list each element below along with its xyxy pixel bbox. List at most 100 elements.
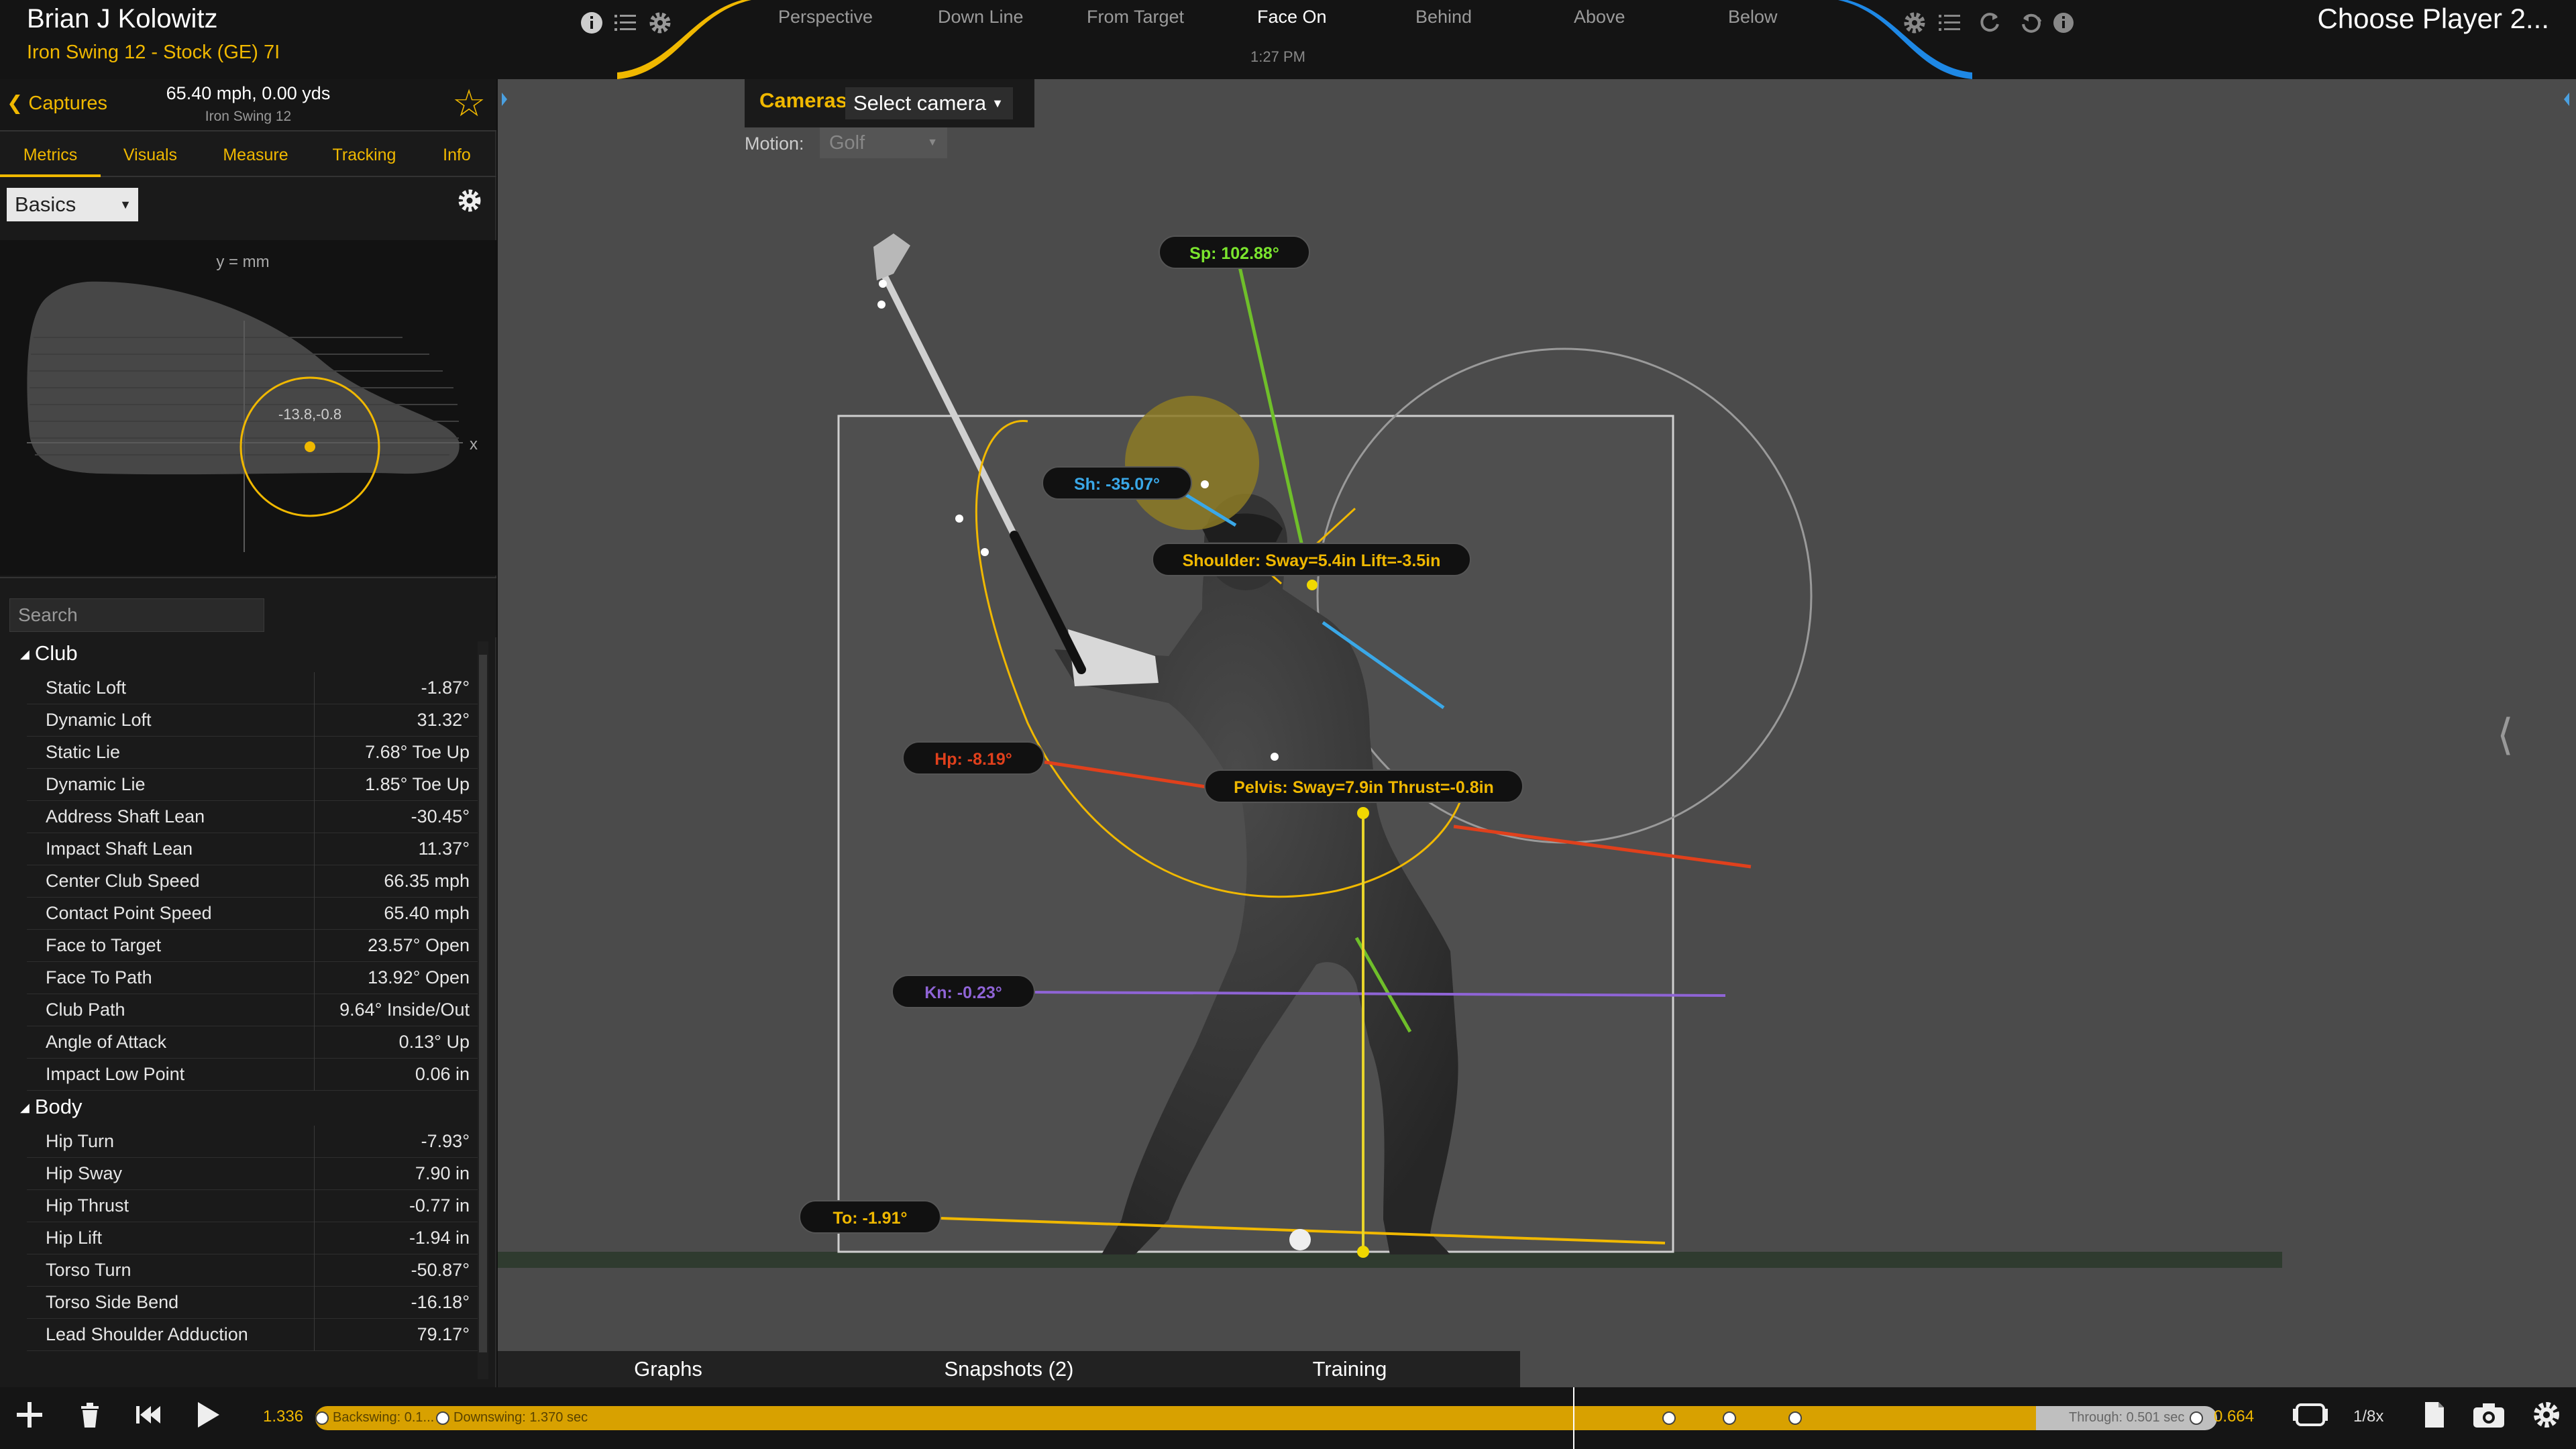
gear-icon[interactable]: [2526, 1398, 2567, 1438]
motion-dropdown[interactable]: Golf ▼: [820, 127, 947, 158]
timeline-marker[interactable]: [2190, 1411, 2203, 1425]
rotate-icon[interactable]: [1975, 9, 2004, 39]
metric-row[interactable]: Dynamic Loft 31.32°: [27, 704, 478, 737]
group-header-club[interactable]: ◢ Club: [20, 641, 78, 665]
add-icon[interactable]: [9, 1398, 50, 1438]
gear-icon[interactable]: [1900, 9, 1929, 39]
swing-label[interactable]: Iron Swing 12 - Stock (GE) 7I: [27, 42, 280, 64]
view-tab-below[interactable]: Below: [1728, 7, 1778, 28]
metric-name: Static Lie: [46, 742, 121, 762]
metric-value: 9.64° Inside/Out: [339, 1000, 470, 1020]
metric-row[interactable]: Dynamic Lie 1.85° Toe Up: [27, 769, 478, 801]
metric-value: 23.57° Open: [368, 935, 470, 955]
tab-training[interactable]: Training: [1179, 1351, 1520, 1387]
timeline-marker[interactable]: [1788, 1411, 1802, 1425]
app-window: Brian J Kolowitz Iron Swing 12 - Stock (…: [0, 0, 2576, 1449]
metric-value: 65.40 mph: [384, 903, 470, 923]
metric-row[interactable]: Impact Shaft Lean 11.37°: [27, 833, 478, 865]
gear-icon[interactable]: [456, 185, 483, 223]
metric-row[interactable]: Face to Target 23.57° Open: [27, 930, 478, 962]
play-icon[interactable]: [186, 1398, 227, 1438]
search-area: [0, 577, 496, 637]
view-tab-from-target[interactable]: From Target: [1087, 7, 1184, 28]
tab-snapshots[interactable]: Snapshots (2): [839, 1351, 1179, 1387]
timeline-scrubber[interactable]: Backswing: 0.1... Downswing: 1.370 sec T…: [315, 1406, 2217, 1430]
timeline-playhead[interactable]: [1573, 1387, 1574, 1449]
trash-icon[interactable]: [70, 1398, 110, 1438]
metric-row[interactable]: Static Lie 7.68° Toe Up: [27, 737, 478, 769]
capture-name: Iron Swing 12: [205, 109, 292, 124]
caret-down-icon: ▼: [119, 198, 131, 211]
playback-speed[interactable]: 1/8x: [2353, 1407, 2383, 1426]
metric-row[interactable]: Center Club Speed 66.35 mph: [27, 865, 478, 898]
info-icon[interactable]: [577, 9, 606, 39]
metric-row[interactable]: Impact Low Point 0.06 in: [27, 1059, 478, 1091]
tab-tracking[interactable]: Tracking: [311, 133, 417, 177]
scrollbar-thumb[interactable]: [479, 655, 487, 1352]
view-tab-behind[interactable]: Behind: [1415, 7, 1472, 28]
metric-value: -16.18°: [411, 1292, 470, 1312]
list-icon[interactable]: [1935, 9, 1964, 39]
metric-row[interactable]: Static Loft -1.87°: [27, 672, 478, 704]
player-name[interactable]: Brian J Kolowitz: [27, 4, 218, 34]
cameras-label: Cameras: [759, 89, 847, 112]
skip-back-icon[interactable]: [127, 1398, 168, 1438]
camera-dropdown[interactable]: Select camera ▼: [845, 87, 1013, 119]
metrics-scrollbar[interactable]: [478, 641, 488, 1379]
3d-viewport[interactable]: Sp: 102.88° Sh: -35.07° Shoulder: Sway=5…: [498, 79, 2576, 1387]
metric-row[interactable]: Club Path 9.64° Inside/Out: [27, 994, 478, 1026]
metric-row[interactable]: Torso Turn -50.87°: [27, 1254, 478, 1287]
triangle-down-icon: ◢: [20, 1101, 30, 1115]
metric-row[interactable]: Contact Point Speed 65.40 mph: [27, 898, 478, 930]
tab-graphs[interactable]: Graphs: [498, 1351, 839, 1387]
chevron-left-icon[interactable]: ⟨: [2497, 710, 2514, 760]
metric-value: 7.90 in: [415, 1163, 470, 1183]
metric-row[interactable]: Hip Sway 7.90 in: [27, 1158, 478, 1190]
metric-row[interactable]: Hip Thrust -0.77 in: [27, 1190, 478, 1222]
view-tab-face-on[interactable]: Face On: [1257, 7, 1327, 28]
tab-info[interactable]: Info: [417, 133, 496, 177]
metric-row[interactable]: Hip Lift -1.94 in: [27, 1222, 478, 1254]
face-y-label: y = mm: [216, 253, 269, 271]
tab-measure[interactable]: Measure: [200, 133, 311, 177]
tab-visuals[interactable]: Visuals: [101, 133, 200, 177]
metric-row[interactable]: Torso Side Bend -16.18°: [27, 1287, 478, 1319]
club-face-impact-plot: y = mm x -13.8,-0.8: [0, 240, 496, 576]
pelvis-point: [1357, 807, 1369, 819]
timeline-marker[interactable]: [1662, 1411, 1676, 1425]
notes-icon[interactable]: [2414, 1398, 2454, 1438]
panel-collapse-arrow-left[interactable]: [502, 93, 507, 106]
metric-row[interactable]: Hip Turn -7.93°: [27, 1126, 478, 1158]
metric-row[interactable]: Address Shaft Lean -30.45°: [27, 801, 478, 833]
metric-row[interactable]: Face To Path 13.92° Open: [27, 962, 478, 994]
view-tab-above[interactable]: Above: [1574, 7, 1625, 28]
metric-row[interactable]: Angle of Attack 0.13° Up: [27, 1026, 478, 1059]
shoulder-point: [1307, 580, 1318, 590]
basics-dropdown[interactable]: Basics ▼: [7, 188, 138, 221]
metric-name: Torso Side Bend: [46, 1292, 179, 1312]
captures-back-link[interactable]: ❮ Captures: [7, 91, 107, 115]
info-icon[interactable]: [2049, 9, 2078, 39]
panel-collapse-arrow-right[interactable]: [2564, 93, 2569, 106]
search-input[interactable]: [9, 598, 264, 632]
timeline-marker[interactable]: [1723, 1411, 1736, 1425]
backswing-label: Backswing: 0.1...: [333, 1410, 435, 1425]
view-tab-perspective[interactable]: Perspective: [778, 7, 873, 28]
pelvis-ground-point: [1357, 1246, 1369, 1258]
reset-icon[interactable]: [2017, 9, 2046, 39]
fullscreen-icon[interactable]: [2290, 1398, 2330, 1438]
metric-value: 0.06 in: [415, 1064, 470, 1084]
tab-metrics[interactable]: Metrics: [0, 133, 101, 177]
golf-ball: [1289, 1229, 1311, 1250]
camera-icon[interactable]: [2469, 1398, 2509, 1438]
view-tab-down-line[interactable]: Down Line: [938, 7, 1024, 28]
timeline-marker[interactable]: [315, 1411, 329, 1425]
metric-name: Static Loft: [46, 678, 127, 698]
label-toe-angle-text: To: -1.91°: [833, 1209, 908, 1228]
metric-row[interactable]: Lead Shoulder Adduction 79.17°: [27, 1319, 478, 1351]
star-icon[interactable]: ☆: [452, 83, 486, 123]
choose-player-button[interactable]: Choose Player 2...: [2317, 3, 2549, 35]
group-header-body[interactable]: ◢ Body: [20, 1095, 83, 1119]
timeline-marker[interactable]: [436, 1411, 449, 1425]
metric-value: 7.68° Toe Up: [365, 742, 470, 762]
